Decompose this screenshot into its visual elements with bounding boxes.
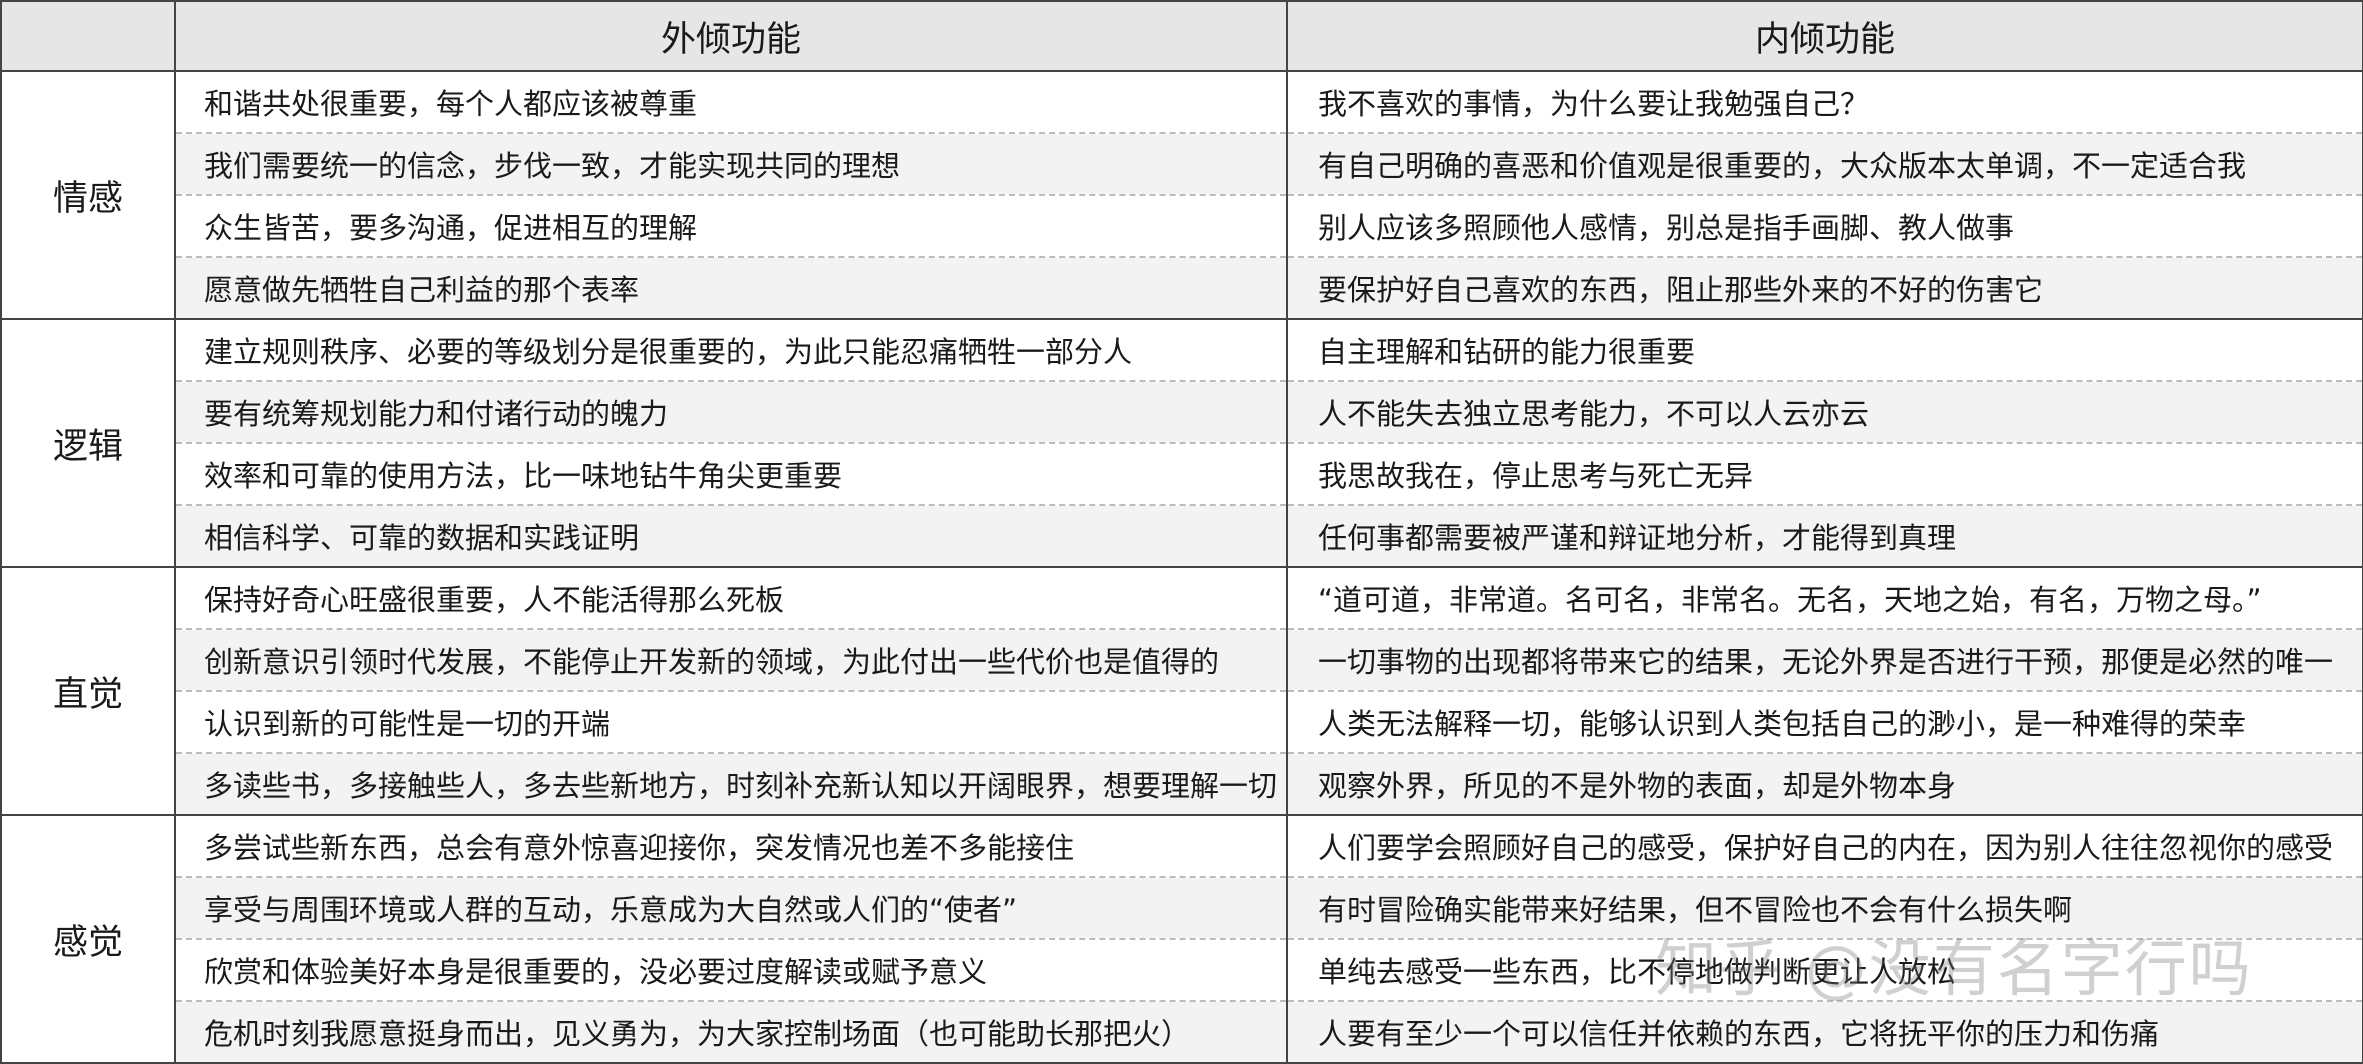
introverted-cell: 任何事都需要被严谨和辩证地分析，才能得到真理: [1286, 504, 2363, 568]
introverted-cell: 人不能失去独立思考能力，不可以人云亦云: [1286, 380, 2363, 443]
function-comparison-table: 外倾功能 内倾功能 情感 和谐共处很重要，每个人都应该被尊重 我不喜欢的事情，为…: [0, 0, 2363, 1064]
table-row: 众生皆苦，要多沟通，促进相互的理解 别人应该多照顾他人感情，别总是指手画脚、教人…: [1, 194, 2363, 257]
extraverted-cell: 多尝试些新东西，总会有意外惊喜迎接你，突发情况也差不多能接住: [174, 814, 1288, 877]
extraverted-cell: 危机时刻我愿意挺身而出，见义勇为，为大家控制场面（也可能助长那把火）: [174, 1000, 1288, 1064]
extraverted-cell: 多读些书，多接触些人，多去些新地方，时刻补充新认知以开阔眼界，想要理解一切: [174, 752, 1288, 816]
extraverted-cell: 创新意识引领时代发展，不能停止开发新的领域，为此付出一些代价也是值得的: [174, 628, 1288, 691]
introverted-cell: 有自己明确的喜恶和价值观是很重要的，大众版本太单调，不一定适合我: [1286, 132, 2363, 195]
table-row: 创新意识引领时代发展，不能停止开发新的领域，为此付出一些代价也是值得的 一切事物…: [1, 628, 2363, 691]
table-row: 感觉 多尝试些新东西，总会有意外惊喜迎接你，突发情况也差不多能接住 人们要学会照…: [0, 814, 2363, 1064]
extraverted-cell: 建立规则秩序、必要的等级划分是很重要的，为此只能忍痛牺牲一部分人: [174, 318, 1288, 381]
extraverted-cell: 要有统筹规划能力和付诸行动的魄力: [174, 380, 1288, 443]
table-row: 认识到新的可能性是一切的开端 人类无法解释一切，能够认识到人类包括自己的渺小，是…: [1, 690, 2363, 753]
corner-header: [0, 0, 176, 72]
extraverted-cell: 愿意做先牺牲自己利益的那个表率: [174, 256, 1288, 320]
extraverted-cell: 和谐共处很重要，每个人都应该被尊重: [174, 70, 1288, 133]
extraverted-cell: 认识到新的可能性是一切的开端: [174, 690, 1288, 753]
introverted-cell: 人要有至少一个可以信任并依赖的东西，它将抚平你的压力和伤痛: [1286, 1000, 2363, 1064]
table-row: 多读些书，多接触些人，多去些新地方，时刻补充新认知以开阔眼界，想要理解一切 观察…: [1, 752, 2363, 816]
extraverted-cell: 相信科学、可靠的数据和实践证明: [174, 504, 1288, 568]
introverted-cell: 一切事物的出现都将带来它的结果，无论外界是否进行干预，那便是必然的唯一: [1286, 628, 2363, 691]
table-row: 直觉 保持好奇心旺盛很重要，人不能活得那么死板 “道可道，非常道。名可名，非常名…: [0, 566, 2363, 816]
extraverted-cell: 我们需要统一的信念，步伐一致，才能实现共同的理想: [174, 132, 1288, 195]
table-row: 欣赏和体验美好本身是很重要的，没必要过度解读或赋予意义 单纯去感受一些东西，比不…: [1, 938, 2363, 1001]
introverted-cell: 人们要学会照顾好自己的感受，保护好自己的内在，因为别人往往忽视你的感受: [1286, 814, 2363, 877]
table-row: 效率和可靠的使用方法，比一味地钻牛角尖更重要 我思故我在，停止思考与死亡无异: [1, 442, 2363, 505]
extraverted-cell: 效率和可靠的使用方法，比一味地钻牛角尖更重要: [174, 442, 1288, 505]
extraverted-cell: 保持好奇心旺盛很重要，人不能活得那么死板: [174, 566, 1288, 629]
introverted-cell: 我不喜欢的事情，为什么要让我勉强自己？: [1286, 70, 2363, 133]
table-row: 我们需要统一的信念，步伐一致，才能实现共同的理想 有自己明确的喜恶和价值观是很重…: [1, 132, 2363, 195]
introverted-cell: 别人应该多照顾他人感情，别总是指手画脚、教人做事: [1286, 194, 2363, 257]
category-sensing: 感觉: [0, 814, 176, 1064]
header-row: 外倾功能 内倾功能: [0, 0, 2363, 72]
table-row: 享受与周围环境或人群的互动，乐意成为大自然或人们的“使者” 有时冒险确实能带来好…: [1, 876, 2363, 939]
introverted-cell: 观察外界，所见的不是外物的表面，却是外物本身: [1286, 752, 2363, 816]
table-row: 危机时刻我愿意挺身而出，见义勇为，为大家控制场面（也可能助长那把火） 人要有至少…: [1, 1000, 2363, 1064]
table-row: 情感 和谐共处很重要，每个人都应该被尊重 我不喜欢的事情，为什么要让我勉强自己？: [0, 70, 2363, 320]
extraverted-cell: 众生皆苦，要多沟通，促进相互的理解: [174, 194, 1288, 257]
introverted-cell: 要保护好自己喜欢的东西，阻止那些外来的不好的伤害它: [1286, 256, 2363, 320]
category-feeling: 情感: [0, 70, 176, 320]
introverted-cell: “道可道，非常道。名可名，非常名。无名，天地之始，有名，万物之母。”: [1286, 566, 2363, 629]
extraverted-cell: 欣赏和体验美好本身是很重要的，没必要过度解读或赋予意义: [174, 938, 1288, 1001]
table-row: 要有统筹规划能力和付诸行动的魄力 人不能失去独立思考能力，不可以人云亦云: [1, 380, 2363, 443]
extraverted-cell: 享受与周围环境或人群的互动，乐意成为大自然或人们的“使者”: [174, 876, 1288, 939]
introverted-cell: 人类无法解释一切，能够认识到人类包括自己的渺小，是一种难得的荣幸: [1286, 690, 2363, 753]
category-logic: 逻辑: [0, 318, 176, 568]
table-row: 逻辑 建立规则秩序、必要的等级划分是很重要的，为此只能忍痛牺牲一部分人 自主理解…: [0, 318, 2363, 568]
table-row: 愿意做先牺牲自己利益的那个表率 要保护好自己喜欢的东西，阻止那些外来的不好的伤害…: [1, 256, 2363, 320]
introverted-cell: 我思故我在，停止思考与死亡无异: [1286, 442, 2363, 505]
category-intuition: 直觉: [0, 566, 176, 816]
introverted-cell: 自主理解和钻研的能力很重要: [1286, 318, 2363, 381]
introverted-cell: 有时冒险确实能带来好结果，但不冒险也不会有什么损失啊: [1286, 876, 2363, 939]
extraverted-header: 外倾功能: [174, 0, 1288, 72]
table-row: 相信科学、可靠的数据和实践证明 任何事都需要被严谨和辩证地分析，才能得到真理: [1, 504, 2363, 568]
introverted-cell: 单纯去感受一些东西，比不停地做判断更让人放松: [1286, 938, 2363, 1001]
introverted-header: 内倾功能: [1286, 0, 2363, 72]
